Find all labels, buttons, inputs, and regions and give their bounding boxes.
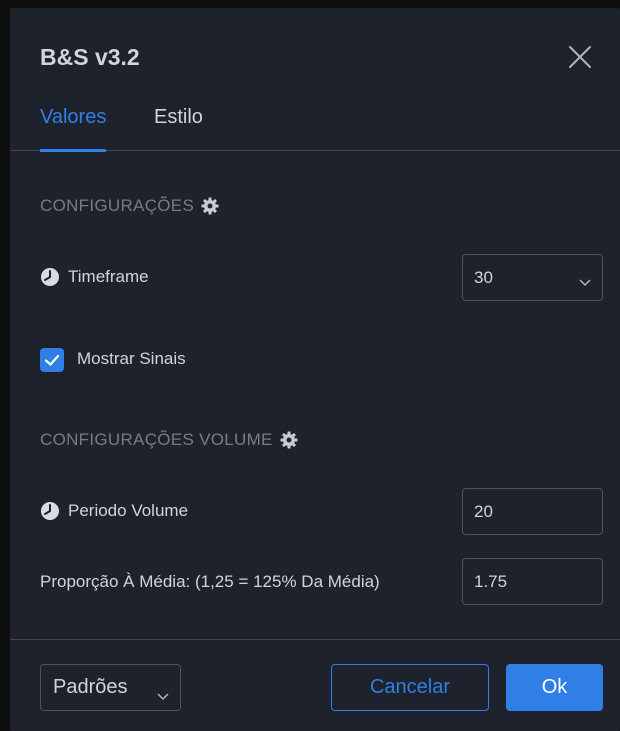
volume-period-label: Periodo Volume bbox=[68, 501, 189, 520]
tab-bar: Valores Estilo bbox=[10, 106, 620, 152]
ratio-label: Proporção À Média: (1,25 = 125% Da Média… bbox=[40, 572, 380, 591]
checkmark-icon bbox=[44, 354, 60, 366]
show-signals-checkbox[interactable] bbox=[40, 348, 64, 372]
section-title-config: CONFIGURAÇÕES bbox=[40, 196, 220, 216]
volume-period-value: 20 bbox=[474, 501, 493, 521]
timeframe-label-row: Timeframe bbox=[40, 267, 149, 287]
tab-valores[interactable]: Valores bbox=[40, 106, 107, 152]
tab-estilo[interactable]: Estilo bbox=[154, 106, 203, 151]
cancel-button[interactable]: Cancelar bbox=[331, 664, 489, 711]
timeframe-label: Timeframe bbox=[68, 267, 149, 286]
gear-icon bbox=[279, 430, 299, 450]
footer-divider bbox=[10, 639, 620, 640]
timeframe-select[interactable]: 30 bbox=[462, 254, 603, 301]
volume-period-input[interactable]: 20 bbox=[462, 488, 603, 535]
ratio-input[interactable]: 1.75 bbox=[462, 558, 603, 605]
ok-button[interactable]: Ok bbox=[506, 664, 603, 711]
ratio-value: 1.75 bbox=[474, 571, 508, 591]
clock-icon bbox=[40, 501, 60, 521]
volume-period-label-row: Periodo Volume bbox=[40, 501, 188, 521]
section-config-label: CONFIGURAÇÕES bbox=[40, 196, 195, 215]
timeframe-value: 30 bbox=[474, 267, 493, 287]
defaults-label: Padrões bbox=[53, 676, 128, 698]
chevron-down-icon bbox=[578, 272, 592, 287]
defaults-dropdown-button[interactable]: Padrões bbox=[40, 664, 181, 711]
section-volume-label: CONFIGURAÇÕES VOLUME bbox=[40, 430, 273, 449]
close-icon[interactable] bbox=[565, 42, 595, 72]
ratio-label-row: Proporção À Média: (1,25 = 125% Da Média… bbox=[40, 572, 380, 592]
show-signals-label[interactable]: Mostrar Sinais bbox=[77, 349, 186, 369]
section-title-volume: CONFIGURAÇÕES VOLUME bbox=[40, 430, 299, 450]
dialog-title: B&S v3.2 bbox=[40, 44, 140, 70]
settings-dialog: B&S v3.2 Valores Estilo CONFIGURAÇÕES Ti… bbox=[10, 8, 620, 731]
dialog-header: B&S v3.2 bbox=[10, 8, 620, 106]
gear-icon bbox=[200, 196, 220, 216]
clock-icon bbox=[40, 267, 60, 287]
chevron-down-icon bbox=[156, 684, 170, 701]
